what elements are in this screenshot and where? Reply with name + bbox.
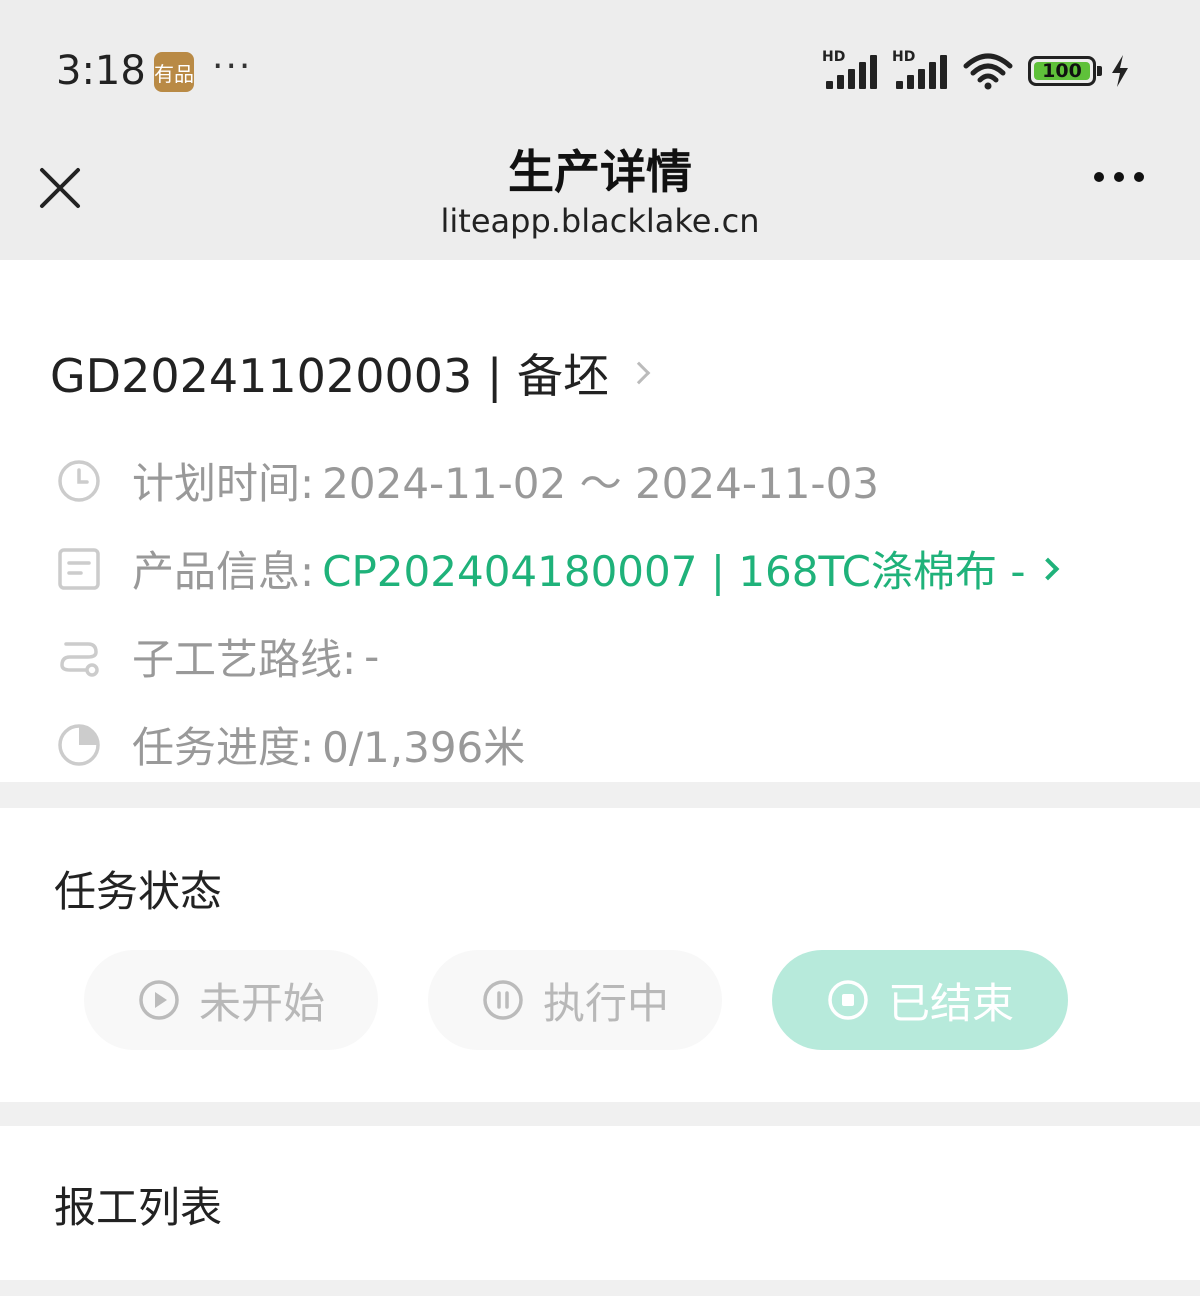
charging-icon bbox=[1112, 55, 1128, 87]
progress-pie-icon bbox=[58, 723, 100, 766]
sub-route-row: 子工艺路线: - bbox=[56, 626, 379, 687]
play-icon bbox=[139, 980, 179, 1020]
order-title-link[interactable]: GD202411020003 | 备坯 bbox=[50, 340, 651, 406]
more-options-icon[interactable] bbox=[1094, 172, 1144, 182]
order-title: GD202411020003 | 备坯 bbox=[50, 349, 610, 403]
status-time: 3:18 bbox=[56, 48, 146, 94]
pause-icon bbox=[483, 980, 523, 1020]
sub-route-label: 子工艺路线: bbox=[132, 635, 357, 684]
wifi-icon bbox=[963, 53, 1013, 90]
status-finished-label: 已结束 bbox=[887, 978, 1014, 1028]
status-in-progress-label: 执行中 bbox=[542, 978, 669, 1028]
chevron-right-icon bbox=[1036, 557, 1059, 580]
stop-icon bbox=[828, 980, 868, 1020]
sub-route-value: - bbox=[364, 632, 380, 681]
task-progress-label: 任务进度: bbox=[132, 723, 315, 772]
order-info-card: GD202411020003 | 备坯 计划时间: 2024-11-02 ～ 2… bbox=[0, 260, 1200, 782]
page-url: liteapp.blacklake.cn bbox=[440, 202, 760, 240]
signal-icon-1: HD bbox=[822, 49, 878, 89]
plan-time-row: 计划时间: 2024-11-02 ～ 2024-11-03 bbox=[56, 450, 879, 511]
document-icon bbox=[58, 547, 100, 590]
task-progress-row: 任务进度: 0/1,396米 bbox=[56, 714, 525, 775]
status-not-started-label: 未开始 bbox=[198, 978, 325, 1028]
product-info-row[interactable]: 产品信息: CP202404180007 | 168TC涤棉布 - bbox=[56, 538, 1059, 599]
plan-time-label: 计划时间: bbox=[132, 459, 315, 508]
battery-icon: 100 bbox=[1028, 56, 1102, 86]
chevron-right-icon bbox=[627, 361, 651, 385]
task-progress-value: 0/1,396米 bbox=[322, 723, 526, 772]
status-finished-button[interactable]: 已结束 bbox=[772, 950, 1068, 1050]
route-icon bbox=[60, 641, 99, 677]
more-notifications-icon: ··· bbox=[212, 46, 253, 87]
status-in-progress-button[interactable]: 执行中 bbox=[428, 950, 722, 1050]
product-info-label: 产品信息: bbox=[132, 547, 315, 596]
report-list-card: 报工列表 bbox=[0, 1126, 1200, 1280]
app-badge-icon: 有品 bbox=[154, 52, 194, 92]
nav-bar: 生产详情 liteapp.blacklake.cn bbox=[0, 130, 1200, 260]
report-list-title: 报工列表 bbox=[54, 1183, 223, 1232]
clock-icon bbox=[58, 459, 100, 502]
task-status-title: 任务状态 bbox=[54, 867, 223, 916]
signal-icon-2: HD bbox=[892, 49, 948, 89]
plan-time-value: 2024-11-02 ～ 2024-11-03 bbox=[322, 459, 880, 508]
status-not-started-button[interactable]: 未开始 bbox=[84, 950, 378, 1050]
status-icons: HD HD 100 bbox=[822, 49, 1130, 90]
task-status-card: 任务状态 未开始 执行中 已结束 bbox=[0, 808, 1200, 1102]
status-bar: 3:18 有品 ··· HD HD 100 bbox=[0, 0, 1200, 130]
page-title: 生产详情 bbox=[508, 145, 692, 199]
product-info-value[interactable]: CP202404180007 | 168TC涤棉布 - bbox=[322, 538, 1025, 599]
